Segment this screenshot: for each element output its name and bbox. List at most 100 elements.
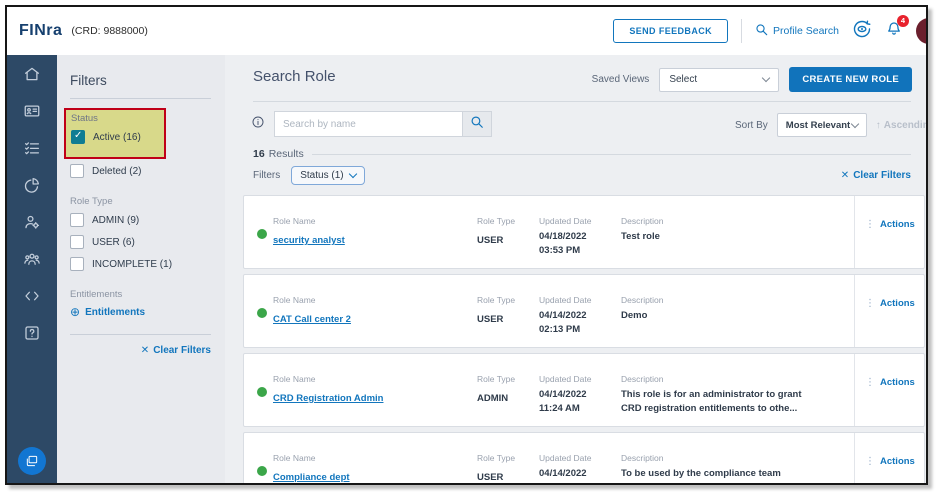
role-name-column-label: Role Name	[273, 374, 468, 384]
role-name-column-label: Role Name	[273, 453, 468, 463]
user-avatar[interactable]	[916, 18, 928, 44]
actions-button[interactable]: ⋮ Actions	[865, 456, 915, 467]
filters-divider	[70, 98, 211, 99]
panel-clear-filters-link[interactable]: ✕ Clear Filters	[141, 345, 211, 356]
profile-search-link[interactable]: Profile Search	[755, 23, 839, 39]
title-divider	[253, 101, 911, 102]
chevron-down-icon	[851, 119, 859, 127]
window-switcher-button[interactable]	[18, 447, 46, 475]
option-label: Active (16)	[93, 132, 141, 143]
saved-views-select[interactable]: Select	[659, 68, 779, 92]
filter-option-active[interactable]: Active (16)	[71, 130, 156, 144]
search-icon	[755, 23, 768, 39]
recently-viewed-icon[interactable]	[852, 19, 872, 44]
role-row: Role Name CRD Registration Admin Role Ty…	[243, 353, 925, 427]
entitlements-section-label: Entitlements	[70, 289, 211, 300]
actions-divider	[854, 354, 855, 426]
description-value-line2: CRD registration entitlements to othe...	[621, 402, 849, 416]
home-icon[interactable]	[23, 65, 41, 83]
description-value: This role is for an administrator to gra…	[621, 388, 849, 402]
user-settings-icon[interactable]	[23, 213, 41, 231]
topbar-actions: SEND FEEDBACK Profile Search 4	[613, 18, 926, 44]
code-icon[interactable]	[23, 287, 41, 305]
results-list: Role Name security analyst Role Type USE…	[243, 195, 925, 483]
notification-badge: 4	[897, 15, 909, 27]
crd-number: (CRD: 9888000)	[71, 25, 147, 37]
actions-divider	[854, 433, 855, 483]
results-row: 16 Results	[253, 148, 911, 160]
kebab-menu-icon: ⋮	[865, 377, 875, 388]
updated-date-value: 04/18/2022	[539, 230, 614, 244]
role-name-link[interactable]: CRD Registration Admin	[273, 393, 383, 404]
description-value: Demo	[621, 309, 849, 323]
results-word: Results	[269, 148, 304, 160]
actions-button[interactable]: ⋮ Actions	[865, 377, 915, 388]
info-icon[interactable]	[251, 115, 265, 134]
filters-panel: Filters Status Active (16) Deleted (2) R…	[57, 55, 225, 483]
description-column-label: Description	[621, 374, 849, 384]
actions-divider	[854, 275, 855, 347]
checkbox-checked-icon[interactable]	[71, 130, 85, 144]
chevron-down-icon	[348, 170, 356, 178]
filter-option-admin[interactable]: ADMIN (9)	[70, 213, 211, 227]
help-icon[interactable]	[23, 324, 41, 342]
role-row: Role Name CAT Call center 2 Role Type US…	[243, 274, 925, 348]
role-type-column-label: Role Type	[477, 216, 515, 226]
status-filter-chip[interactable]: Status (1)	[291, 166, 364, 185]
kebab-menu-icon: ⋮	[865, 298, 875, 309]
search-input[interactable]	[274, 111, 462, 137]
chevron-down-icon	[762, 74, 770, 82]
role-type-column-label: Role Type	[477, 453, 515, 463]
sort-select[interactable]: Most Relevant	[777, 113, 867, 137]
role-name-link[interactable]: security analyst	[273, 235, 345, 246]
description-value: To be used by the compliance team	[621, 467, 849, 481]
saved-views-label: Saved Views	[592, 74, 650, 85]
sort-by-label: Sort By	[735, 120, 768, 131]
filter-option-deleted[interactable]: Deleted (2)	[70, 164, 211, 178]
updated-date-column-label: Updated Date	[539, 453, 614, 463]
filter-option-user[interactable]: USER (6)	[70, 235, 211, 249]
sort-direction-toggle[interactable]: ↑ Ascending	[876, 120, 926, 131]
create-new-role-button[interactable]: CREATE NEW ROLE	[789, 67, 912, 92]
updated-date-column-label: Updated Date	[539, 216, 614, 226]
search-button[interactable]	[462, 111, 492, 137]
role-name-link[interactable]: CAT Call center 2	[273, 314, 351, 325]
team-icon[interactable]	[23, 250, 41, 268]
windows-icon	[25, 454, 39, 468]
updated-date-column-label: Updated Date	[539, 374, 614, 384]
role-name-link[interactable]: Compliance dept	[273, 472, 350, 483]
id-card-icon[interactable]	[23, 102, 41, 120]
profile-search-label: Profile Search	[773, 25, 839, 37]
main-content: Search Role Saved Views Select CREATE NE…	[225, 55, 926, 483]
checkbox-icon[interactable]	[70, 164, 84, 178]
saved-views-group: Saved Views Select CREATE NEW ROLE	[592, 67, 912, 92]
role-name-column-label: Role Name	[273, 295, 468, 305]
topbar: FINra (CRD: 9888000) SEND FEEDBACK Profi…	[7, 7, 926, 55]
actions-button[interactable]: ⋮ Actions	[865, 219, 915, 230]
description-value: Test role	[621, 230, 849, 244]
filter-option-incomplete[interactable]: INCOMPLETE (1)	[70, 257, 211, 271]
description-column-label: Description	[621, 216, 849, 226]
status-highlight-annotation: Status Active (16)	[64, 108, 166, 159]
notifications-button[interactable]: 4	[885, 20, 903, 43]
active-status-dot	[257, 229, 267, 239]
pie-chart-icon[interactable]	[23, 176, 41, 194]
send-feedback-button[interactable]: SEND FEEDBACK	[613, 19, 728, 43]
clear-filters-link[interactable]: ✕ Clear Filters	[841, 170, 911, 181]
filters-panel-title: Filters	[70, 73, 211, 88]
actions-divider	[854, 196, 855, 268]
checklist-icon[interactable]	[23, 139, 41, 157]
close-icon: ✕	[841, 170, 849, 181]
updated-time-value: 02:13 PM	[539, 323, 614, 337]
active-status-dot	[257, 308, 267, 318]
checkbox-icon[interactable]	[70, 235, 84, 249]
sort-group: Sort By Most Relevant ↑ Ascending	[735, 113, 926, 137]
role-row: Role Name security analyst Role Type USE…	[243, 195, 925, 269]
checkbox-icon[interactable]	[70, 257, 84, 271]
app-window: FINra (CRD: 9888000) SEND FEEDBACK Profi…	[5, 5, 928, 485]
actions-button[interactable]: ⋮ Actions	[865, 298, 915, 309]
role-type-column-label: Role Type	[477, 374, 515, 384]
entitlements-link[interactable]: ⊕ Entitlements	[70, 306, 211, 318]
checkbox-icon[interactable]	[70, 213, 84, 227]
applied-filters-row: Filters Status (1) ✕ Clear Filters	[253, 166, 911, 185]
